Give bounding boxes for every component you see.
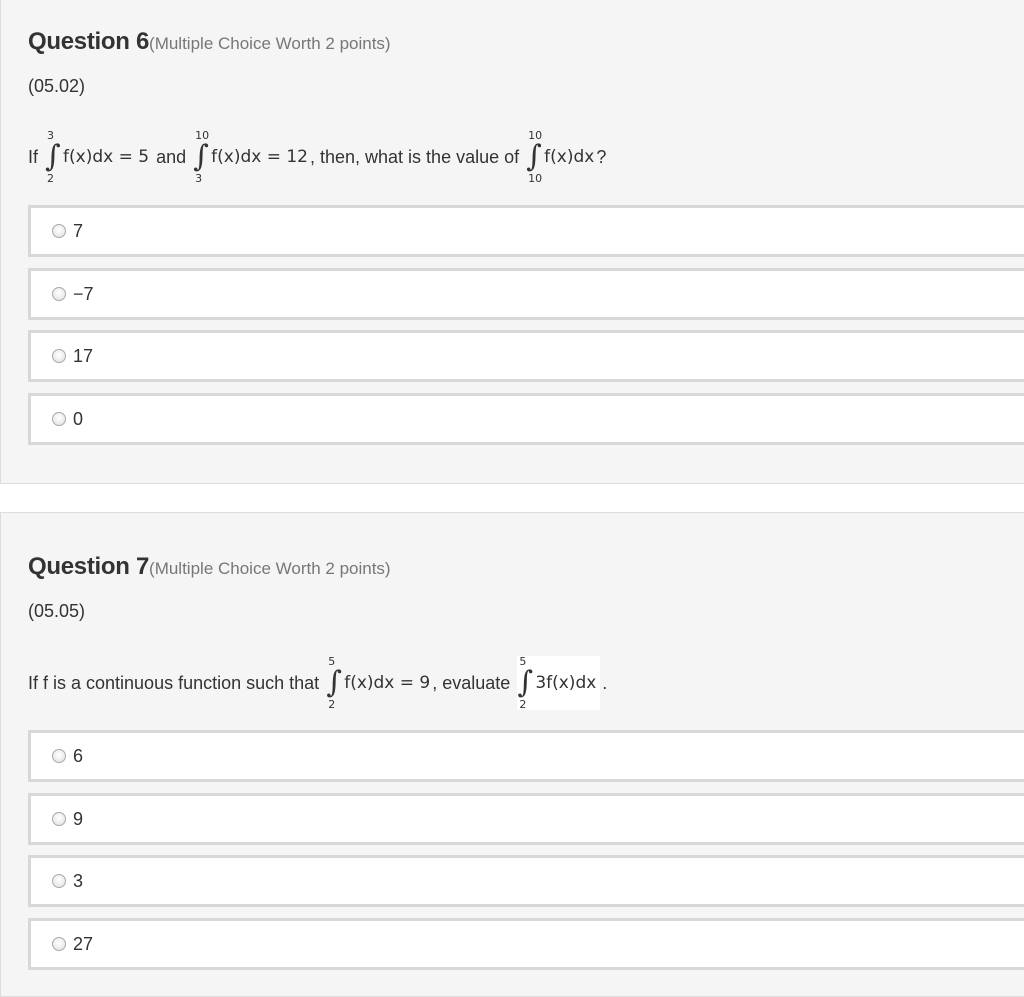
integral-expression: ∫ 3 2 f(x)dx = 5 bbox=[45, 130, 149, 184]
integral-upper-limit: 10 bbox=[195, 129, 210, 142]
choice-label: 27 bbox=[73, 934, 94, 954]
question-panel-6: Question 6(Multiple Choice Worth 2 point… bbox=[0, 0, 1024, 484]
integral-lower-limit: 2 bbox=[328, 698, 336, 711]
prompt-text: ? bbox=[596, 146, 607, 167]
integral-expression: ∫ 5 2 f(x)dx = 9 bbox=[326, 656, 430, 710]
question-title: Question 7(Multiple Choice Worth 2 point… bbox=[28, 553, 391, 581]
choice-label: 9 bbox=[73, 809, 84, 829]
question-number: Question 6 bbox=[28, 28, 150, 55]
question-number: Question 7 bbox=[28, 553, 150, 580]
integral-upper-limit: 3 bbox=[47, 129, 55, 142]
integral-upper-limit: 5 bbox=[328, 655, 336, 668]
prompt-text: If f is a continuous function such that bbox=[28, 672, 320, 693]
radio-button-icon[interactable] bbox=[52, 224, 66, 238]
prompt-text: If bbox=[28, 146, 39, 167]
radio-button-icon[interactable] bbox=[52, 287, 66, 301]
choice-label: 3 bbox=[73, 871, 84, 891]
integral-upper-limit: 5 bbox=[519, 655, 527, 668]
answer-choice[interactable]: 0 bbox=[28, 393, 1024, 445]
question-worth: (Multiple Choice Worth 2 points) bbox=[149, 34, 391, 53]
radio-button-icon[interactable] bbox=[52, 749, 66, 763]
choice-label: 7 bbox=[73, 221, 84, 241]
question-code: (05.05) bbox=[28, 601, 86, 621]
prompt-text: , then, what is the value of bbox=[310, 146, 520, 167]
answer-choice[interactable]: −7 bbox=[28, 268, 1024, 320]
integrand: 3f(x)dx bbox=[535, 673, 597, 693]
integrand: f(x)dx = 5 bbox=[63, 147, 150, 167]
answer-choice[interactable]: 9 bbox=[28, 793, 1024, 845]
answer-choice[interactable]: 27 bbox=[28, 918, 1024, 970]
answer-choice[interactable]: 17 bbox=[28, 330, 1024, 382]
prompt-text: . bbox=[602, 672, 608, 693]
radio-button-icon[interactable] bbox=[52, 349, 66, 363]
integral-lower-limit: 10 bbox=[528, 172, 543, 185]
prompt-text: and bbox=[156, 146, 187, 167]
question-panel-7: Question 7(Multiple Choice Worth 2 point… bbox=[0, 512, 1024, 997]
radio-button-icon[interactable] bbox=[52, 812, 66, 826]
question-worth: (Multiple Choice Worth 2 points) bbox=[149, 559, 391, 578]
integral-expression: ∫ 5 2 3f(x)dx bbox=[517, 655, 601, 711]
integral-upper-limit: 10 bbox=[528, 129, 543, 142]
integrand: f(x)dx bbox=[544, 147, 595, 167]
answer-choice[interactable]: 7 bbox=[28, 205, 1024, 257]
answer-choice[interactable]: 6 bbox=[28, 730, 1024, 782]
choice-label: 0 bbox=[73, 409, 84, 429]
integral-lower-limit: 3 bbox=[195, 172, 203, 185]
radio-button-icon[interactable] bbox=[52, 412, 66, 426]
choice-label: 6 bbox=[73, 746, 84, 766]
answer-choice[interactable]: 3 bbox=[28, 855, 1024, 907]
integral-lower-limit: 2 bbox=[47, 172, 55, 185]
question-prompt: If ∫ 3 2 f(x)dx = 5 and ∫ 10 3 f(x)dx = … bbox=[28, 130, 606, 184]
choice-label: −7 bbox=[73, 284, 94, 304]
integrand: f(x)dx = 12 bbox=[211, 147, 308, 167]
integral-lower-limit: 2 bbox=[519, 698, 527, 711]
question-code: (05.02) bbox=[28, 76, 86, 96]
integrand: f(x)dx = 9 bbox=[344, 673, 431, 693]
integral-expression: ∫ 10 3 f(x)dx = 12 bbox=[193, 130, 308, 184]
question-prompt: If f is a continuous function such that … bbox=[28, 656, 607, 710]
choice-label: 17 bbox=[73, 346, 94, 366]
prompt-text: , evaluate bbox=[432, 672, 511, 693]
radio-button-icon[interactable] bbox=[52, 874, 66, 888]
question-title: Question 6(Multiple Choice Worth 2 point… bbox=[28, 28, 391, 56]
integral-expression: ∫ 10 10 f(x)dx bbox=[526, 130, 594, 184]
radio-button-icon[interactable] bbox=[52, 937, 66, 951]
